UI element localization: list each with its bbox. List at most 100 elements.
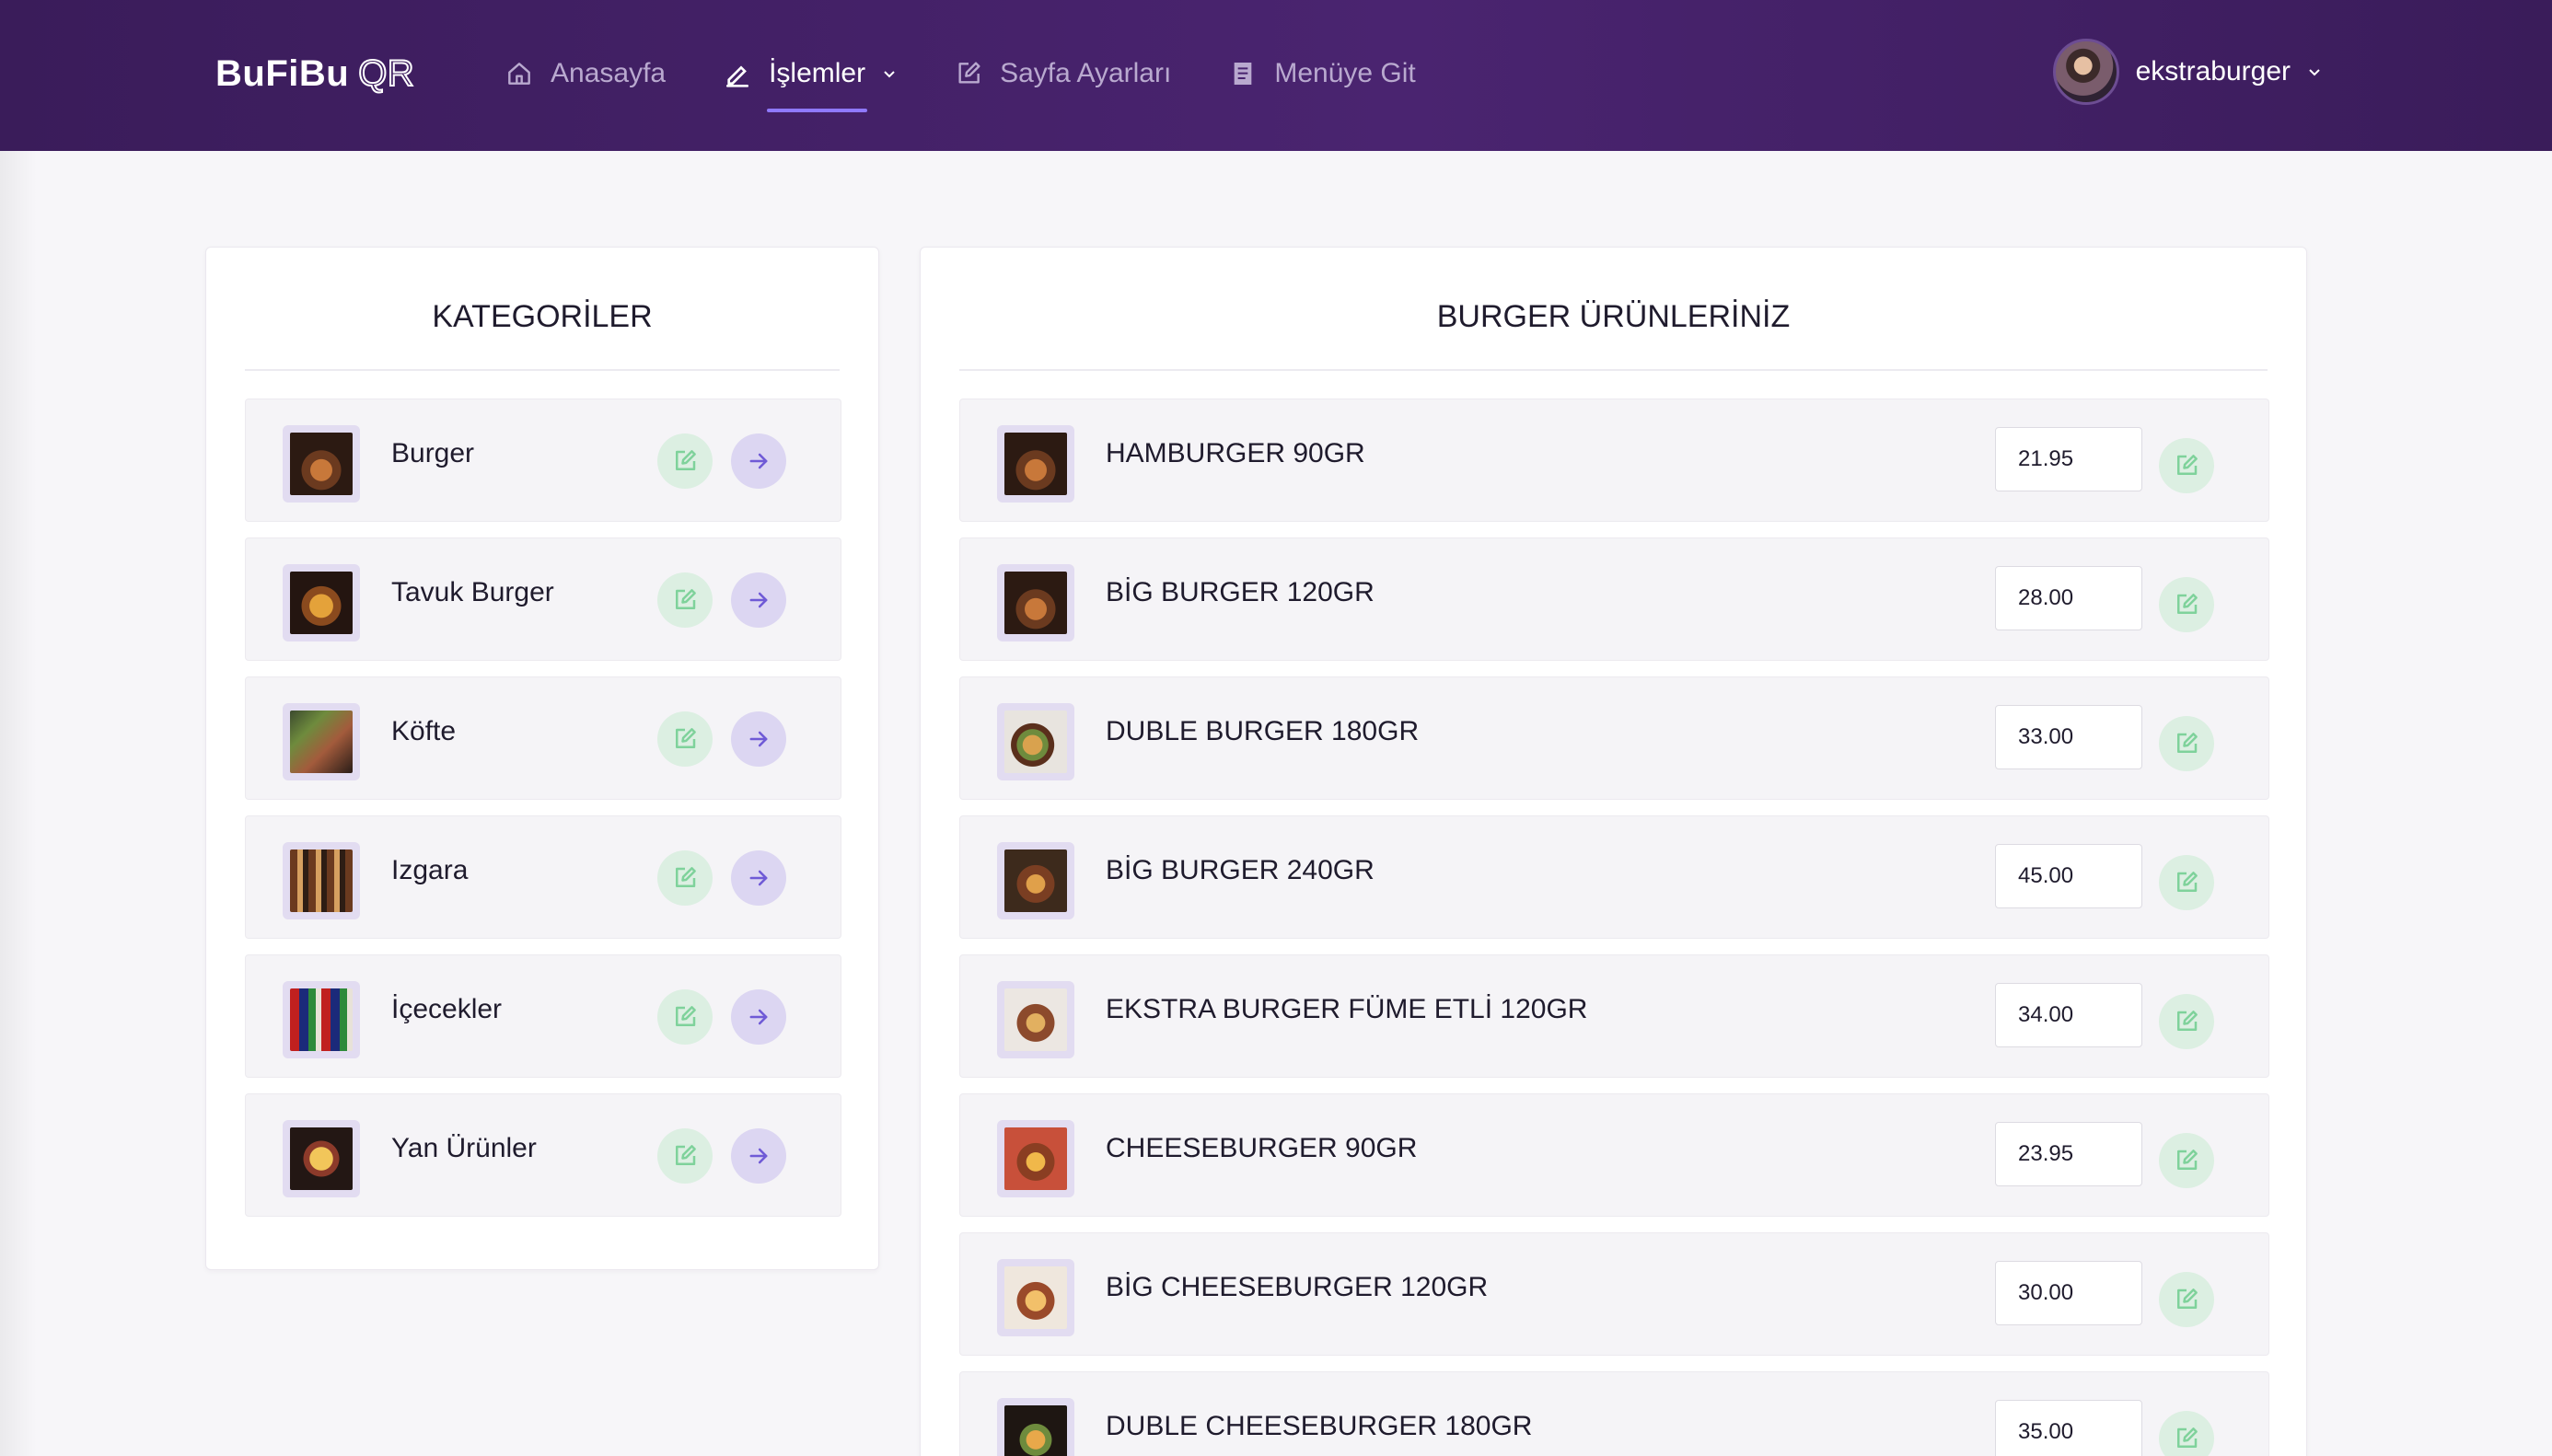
product-name: EKSTRA BURGER FÜME ETLİ 120GR <box>1106 994 1588 1024</box>
category-thumbnail <box>283 564 360 641</box>
edit-category-button[interactable] <box>657 850 713 906</box>
product-thumbnail <box>997 564 1074 641</box>
open-category-button[interactable] <box>731 572 786 628</box>
product-image <box>1004 1405 1067 1456</box>
edit-product-button[interactable] <box>2159 1133 2214 1188</box>
sides-thumbnail <box>290 1127 353 1190</box>
user-menu[interactable]: ekstraburger <box>2052 39 2322 105</box>
nav-item-home[interactable]: Anasayfa <box>505 52 666 96</box>
arrow-right-icon <box>749 1009 768 1025</box>
burger-thumbnail <box>290 433 353 495</box>
category-thumbnail <box>283 1120 360 1197</box>
edit-icon <box>2177 1150 2198 1170</box>
price-input[interactable] <box>1995 1122 2142 1186</box>
brand-suffix: QR <box>357 52 415 95</box>
nav-label-operations: İşlemler <box>769 58 866 88</box>
category-label: Tavuk Burger <box>391 577 554 607</box>
category-thumbnail <box>283 703 360 780</box>
category-row[interactable]: Tavuk Burger <box>245 537 841 661</box>
pencil-icon <box>726 65 749 87</box>
category-label: Köfte <box>391 716 457 746</box>
edit-category-button[interactable] <box>657 989 713 1045</box>
product-thumbnail <box>997 842 1074 919</box>
category-thumbnail <box>283 981 360 1058</box>
edit-category-button[interactable] <box>657 572 713 628</box>
product-image <box>1004 849 1067 912</box>
category-label: İçecekler <box>391 994 503 1024</box>
edit-product-button[interactable] <box>2159 855 2214 910</box>
edit-product-button[interactable] <box>2159 438 2214 493</box>
price-input[interactable] <box>1995 983 2142 1047</box>
categories-title: KATEGORİLER <box>432 299 653 334</box>
edit-product-button[interactable] <box>2159 1272 2214 1327</box>
product-row: EKSTRA BURGER FÜME ETLİ 120GR <box>959 954 2269 1078</box>
product-row: BİG CHEESEBURGER 120GR <box>959 1232 2269 1356</box>
main-nav: Anasayfa İşlemler Sayfa Ayarları Menüye … <box>505 52 1473 112</box>
price-input[interactable] <box>1995 427 2142 491</box>
product-row: DUBLE BURGER 180GR <box>959 676 2269 800</box>
book-icon <box>1234 63 1252 85</box>
products-title: BURGER ÜRÜNLERİNİZ <box>1436 299 1791 334</box>
price-input[interactable] <box>1995 566 2142 630</box>
nav-label-home: Anasayfa <box>551 58 667 88</box>
product-name: DUBLE CHEESEBURGER 180GR <box>1106 1411 1533 1441</box>
nav-item-operations[interactable]: İşlemler <box>723 52 897 112</box>
edit-icon <box>2177 872 2198 892</box>
product-name: DUBLE BURGER 180GR <box>1106 716 1420 746</box>
product-thumbnail <box>997 981 1074 1058</box>
user-name: ekstraburger <box>2135 56 2291 87</box>
edit-product-button[interactable] <box>2159 994 2214 1049</box>
product-row: BİG BURGER 240GR <box>959 815 2269 939</box>
edit-product-button[interactable] <box>2159 577 2214 632</box>
edit-product-button[interactable] <box>2159 1411 2214 1456</box>
open-category-button[interactable] <box>731 1128 786 1184</box>
edit-icon <box>676 450 696 470</box>
edit-product-button[interactable] <box>2159 716 2214 771</box>
category-row[interactable]: Köfte <box>245 676 841 800</box>
open-category-button[interactable] <box>731 433 786 489</box>
nav-label-go-to-menu: Menüye Git <box>1274 58 1416 88</box>
product-thumbnail <box>997 703 1074 780</box>
edit-icon <box>2177 594 2198 614</box>
product-image <box>1004 1127 1067 1190</box>
chevron-down-icon <box>2309 69 2320 76</box>
edit-icon <box>676 589 696 609</box>
brand-logo[interactable]: BuFiBu QR <box>215 48 415 99</box>
category-row[interactable]: İçecekler <box>245 954 841 1078</box>
open-category-button[interactable] <box>731 711 786 767</box>
open-category-button[interactable] <box>731 850 786 906</box>
chevron-down-icon <box>884 71 895 78</box>
product-name: BİG CHEESEBURGER 120GR <box>1106 1272 1489 1302</box>
products-card: BURGER ÜRÜNLERİNİZ HAMBURGER 90GR BİG BUR… <box>920 247 2307 1456</box>
open-category-button[interactable] <box>731 989 786 1045</box>
edit-icon <box>676 1145 696 1165</box>
price-input[interactable] <box>1995 844 2142 908</box>
category-row[interactable]: Izgara <box>245 815 841 939</box>
nav-item-go-to-menu[interactable]: Menüye Git <box>1228 52 1416 96</box>
product-name: BİG BURGER 240GR <box>1106 855 1375 885</box>
edit-icon <box>2177 1288 2198 1309</box>
category-row[interactable]: Burger <box>245 399 841 522</box>
product-name: BİG BURGER 120GR <box>1106 577 1375 607</box>
price-input[interactable] <box>1995 1400 2142 1456</box>
price-input[interactable] <box>1995 705 2142 769</box>
category-label: Burger <box>391 438 475 468</box>
product-thumbnail <box>997 1120 1074 1197</box>
page-shadow-edge <box>0 151 37 1456</box>
category-row[interactable]: Yan Ürünler <box>245 1093 841 1217</box>
edit-icon <box>2177 455 2198 475</box>
divider <box>959 369 2268 371</box>
product-image <box>1004 1266 1067 1329</box>
arrow-right-icon <box>749 731 768 747</box>
price-input[interactable] <box>1995 1261 2142 1325</box>
edit-category-button[interactable] <box>657 433 713 489</box>
meatball-thumbnail <box>290 711 353 773</box>
product-image <box>1004 711 1067 773</box>
edit-category-button[interactable] <box>657 711 713 767</box>
top-navbar: BuFiBu QR Anasayfa İşlemler Sayfa Ayarla… <box>0 0 2552 151</box>
edit-category-button[interactable] <box>657 1128 713 1184</box>
edit-icon <box>2177 733 2198 753</box>
category-label: Izgara <box>391 855 469 885</box>
nav-item-page-settings[interactable]: Sayfa Ayarları <box>954 52 1171 96</box>
nav-label-page-settings: Sayfa Ayarları <box>1000 58 1172 88</box>
